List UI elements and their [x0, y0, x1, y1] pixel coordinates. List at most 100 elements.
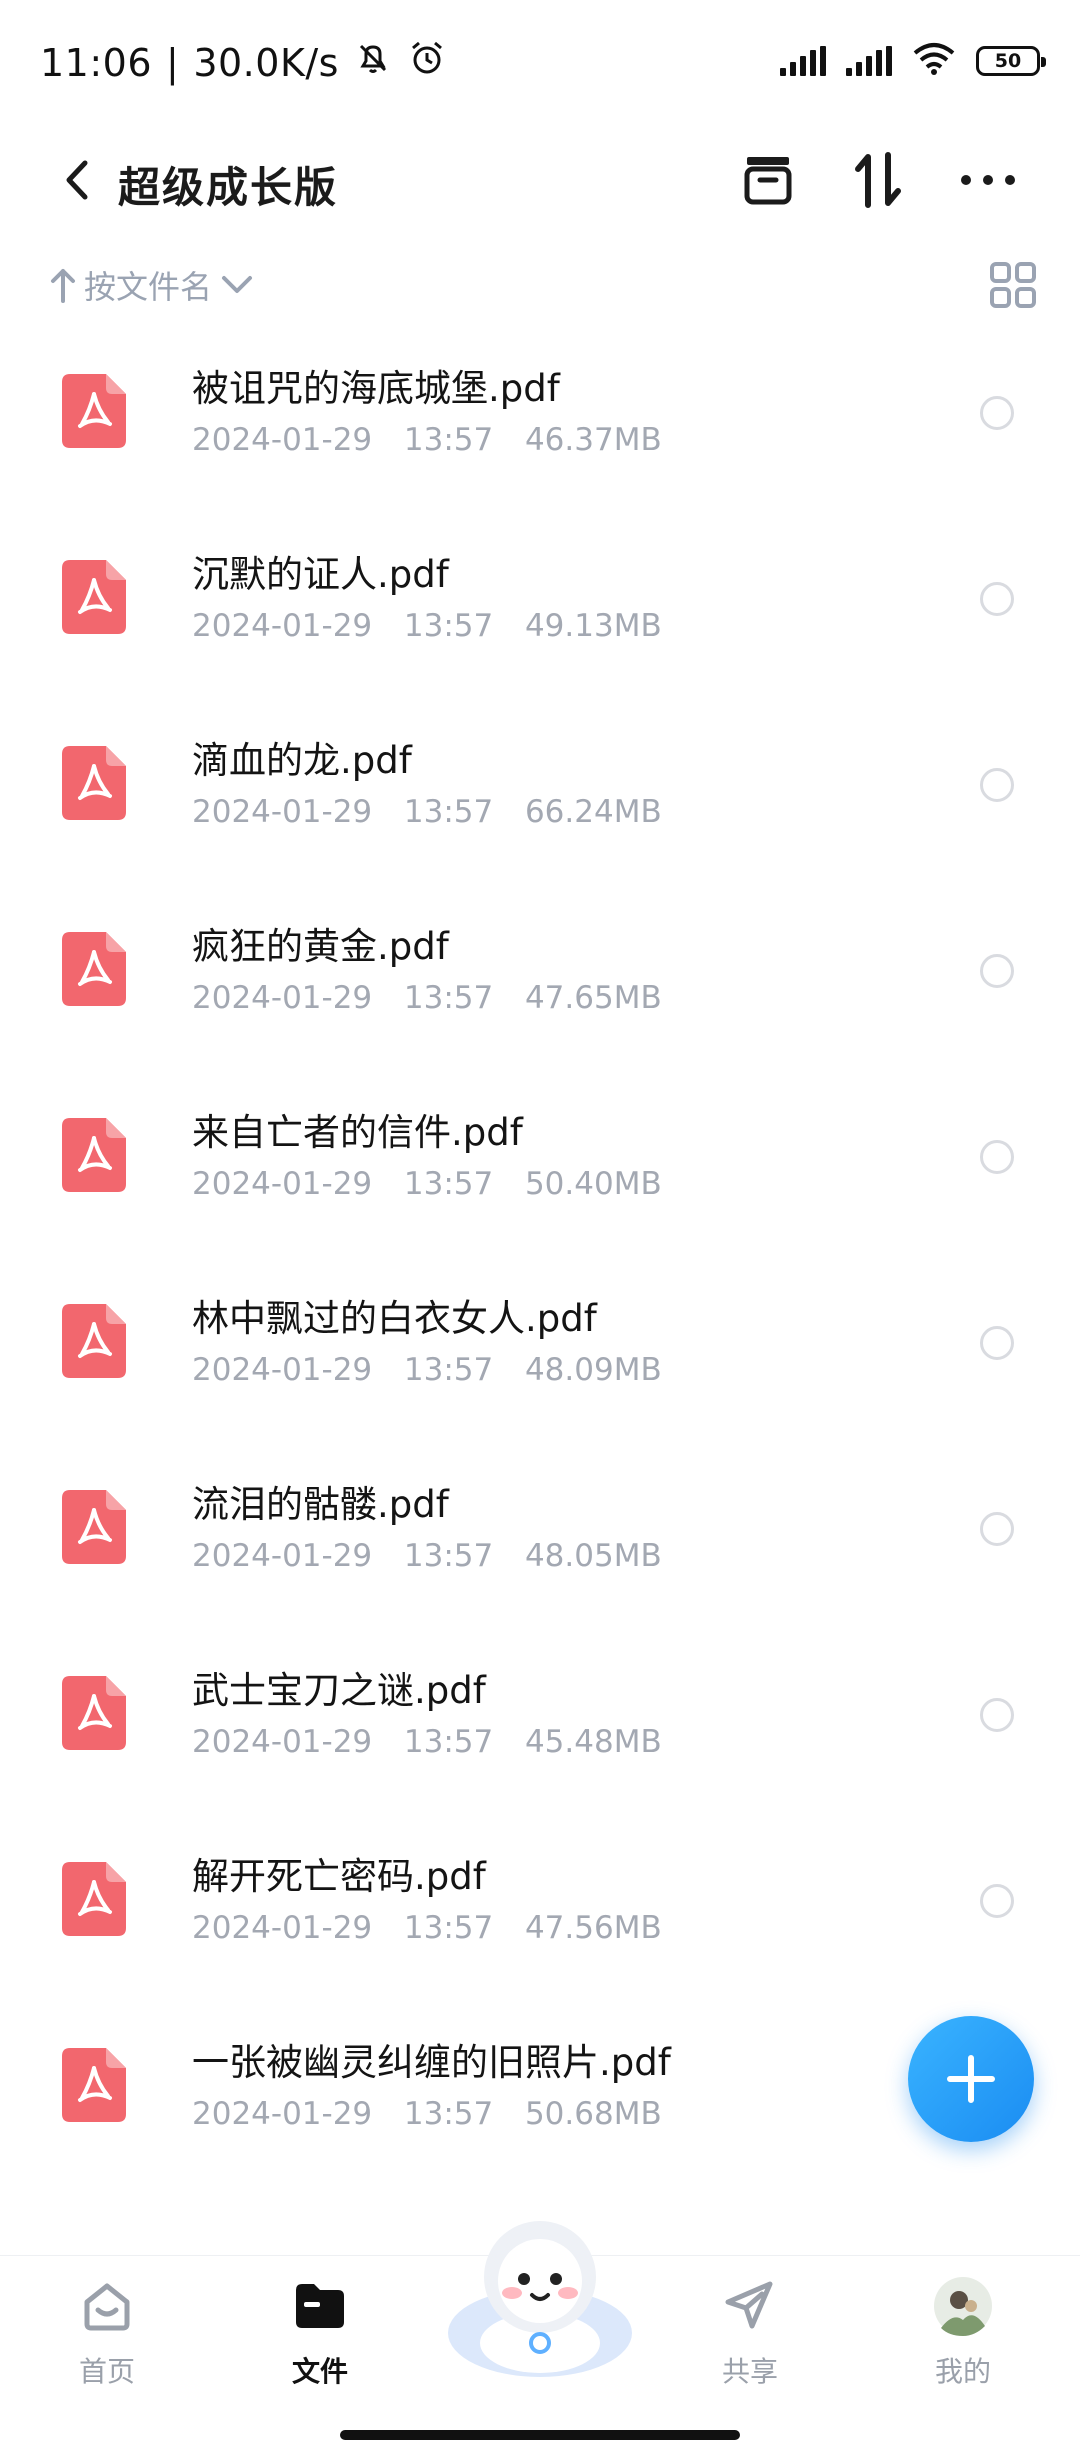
pdf-file-icon: [62, 746, 126, 820]
status-time: 11:06: [40, 40, 153, 85]
select-checkbox[interactable]: [980, 1512, 1014, 1546]
home-indicator: [340, 2430, 740, 2440]
file-row[interactable]: 被诅咒的海底城堡.pdf 2024-01-29 13:57 46.37MB: [0, 330, 1080, 516]
select-checkbox[interactable]: [980, 1884, 1014, 1918]
select-checkbox[interactable]: [980, 396, 1014, 430]
pdf-file-icon: [62, 560, 126, 634]
battery-indicator: 50: [976, 46, 1046, 76]
pdf-file-icon: [62, 1862, 126, 1936]
file-date: 2024-01-29: [192, 1166, 373, 1202]
file-row[interactable]: 疯狂的黄金.pdf 2024-01-29 13:57 47.65MB: [0, 888, 1080, 1074]
file-meta: 2024-01-29 13:57 46.37MB: [192, 422, 662, 458]
sort-icon: [855, 152, 901, 208]
grid-view-button[interactable]: [988, 260, 1038, 310]
file-row[interactable]: 沉默的证人.pdf 2024-01-29 13:57 49.13MB: [0, 516, 1080, 702]
select-checkbox[interactable]: [980, 768, 1014, 802]
file-date: 2024-01-29: [192, 1724, 373, 1760]
file-name: 滴血的龙.pdf: [192, 739, 412, 782]
signal-icon-2: [846, 46, 892, 76]
select-checkbox[interactable]: [980, 582, 1014, 616]
file-time: 13:57: [403, 422, 494, 458]
home-icon: [77, 2276, 137, 2336]
send-icon: [720, 2276, 780, 2336]
file-row[interactable]: 解开死亡密码.pdf 2024-01-29 13:57 47.56MB: [0, 1818, 1080, 2004]
more-button[interactable]: [952, 144, 1024, 216]
more-icon: [961, 175, 1015, 185]
file-time: 13:57: [403, 1538, 494, 1574]
pdf-file-icon: [62, 1118, 126, 1192]
file-date: 2024-01-29: [192, 980, 373, 1016]
status-right: 50: [780, 42, 1046, 80]
archive-icon: [744, 157, 792, 205]
network-speed: 30.0K/s: [193, 40, 339, 85]
file-meta: 2024-01-29 13:57 50.68MB: [192, 2096, 662, 2132]
file-time: 13:57: [403, 1724, 494, 1760]
pdf-file-icon: [62, 1676, 126, 1750]
file-size: 47.65MB: [524, 980, 662, 1016]
file-name: 解开死亡密码.pdf: [192, 1855, 486, 1898]
file-meta: 2024-01-29 13:57 66.24MB: [192, 794, 662, 830]
pdf-file-icon: [62, 2048, 126, 2122]
file-name: 疯狂的黄金.pdf: [192, 925, 449, 968]
file-time: 13:57: [403, 608, 494, 644]
sort-label: 按文件名: [84, 268, 213, 306]
pdf-file-icon: [62, 1304, 126, 1378]
plus-icon: [947, 2055, 995, 2103]
wifi-icon: [912, 42, 956, 80]
file-meta: 2024-01-29 13:57 47.65MB: [192, 980, 662, 1016]
folder-icon: [290, 2276, 350, 2336]
mascot-button[interactable]: [440, 2215, 640, 2385]
file-meta: 2024-01-29 13:57 48.09MB: [192, 1352, 662, 1388]
file-time: 13:57: [403, 1352, 494, 1388]
file-name: 被诅咒的海底城堡.pdf: [192, 367, 560, 410]
file-time: 13:57: [403, 1910, 494, 1946]
sort-bar: 按文件名: [0, 248, 1080, 318]
file-row[interactable]: 流泪的骷髅.pdf 2024-01-29 13:57 48.05MB: [0, 1446, 1080, 1632]
archive-button[interactable]: [732, 144, 804, 216]
file-name: 林中飘过的白衣女人.pdf: [192, 1297, 597, 1340]
file-row[interactable]: 武士宝刀之谜.pdf 2024-01-29 13:57 45.48MB: [0, 1632, 1080, 1818]
file-meta: 2024-01-29 13:57 48.05MB: [192, 1538, 662, 1574]
file-name: 流泪的骷髅.pdf: [192, 1483, 449, 1526]
file-time: 13:57: [403, 1166, 494, 1202]
pdf-file-icon: [62, 374, 126, 448]
select-checkbox[interactable]: [980, 1326, 1014, 1360]
file-meta: 2024-01-29 13:57 49.13MB: [192, 608, 662, 644]
sort-order-button[interactable]: [842, 144, 914, 216]
file-meta: 2024-01-29 13:57 45.48MB: [192, 1724, 662, 1760]
add-button[interactable]: [908, 2016, 1034, 2142]
nav-files[interactable]: 文件: [250, 2276, 390, 2426]
file-name: 沉默的证人.pdf: [192, 553, 449, 596]
back-icon: [66, 160, 88, 200]
pdf-file-icon: [62, 932, 126, 1006]
file-row[interactable]: 林中飘过的白衣女人.pdf 2024-01-29 13:57 48.09MB: [0, 1260, 1080, 1446]
file-size: 48.09MB: [524, 1352, 662, 1388]
status-left: 11:06 | 30.0K/s: [40, 38, 447, 87]
file-name: 武士宝刀之谜.pdf: [192, 1669, 486, 1712]
select-checkbox[interactable]: [980, 954, 1014, 988]
signal-icon: [780, 46, 826, 76]
file-date: 2024-01-29: [192, 1538, 373, 1574]
header: 超级成长版: [0, 120, 1080, 240]
file-row[interactable]: 来自亡者的信件.pdf 2024-01-29 13:57 50.40MB: [0, 1074, 1080, 1260]
nav-mine[interactable]: 我的: [893, 2276, 1033, 2426]
nav-home[interactable]: 首页: [37, 2276, 177, 2426]
nav-home-label: 首页: [78, 2355, 135, 2388]
grid-icon: [990, 262, 1036, 308]
file-size: 48.05MB: [524, 1538, 662, 1574]
nav-mine-label: 我的: [934, 2355, 991, 2388]
file-date: 2024-01-29: [192, 1910, 373, 1946]
file-size: 49.13MB: [524, 608, 662, 644]
select-checkbox[interactable]: [980, 1698, 1014, 1732]
mute-bell-icon: [353, 38, 393, 87]
sort-by-name-dropdown[interactable]: 按文件名: [50, 262, 254, 308]
file-size: 47.56MB: [524, 1910, 662, 1946]
back-button[interactable]: [40, 144, 112, 216]
nav-share[interactable]: 共享: [680, 2276, 820, 2426]
file-row[interactable]: 滴血的龙.pdf 2024-01-29 13:57 66.24MB: [0, 702, 1080, 888]
select-checkbox[interactable]: [980, 1140, 1014, 1174]
file-meta: 2024-01-29 13:57 47.56MB: [192, 1910, 662, 1946]
file-size: 50.68MB: [524, 2096, 662, 2132]
status-bar: 11:06 | 30.0K/s 50: [0, 0, 1080, 130]
file-date: 2024-01-29: [192, 794, 373, 830]
